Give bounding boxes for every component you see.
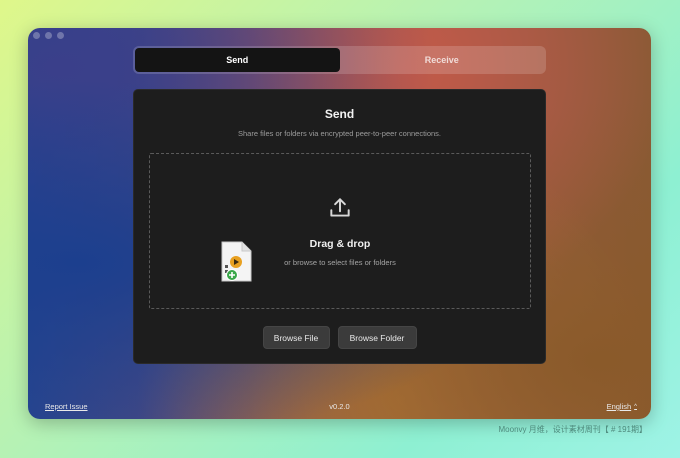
- card-title: Send: [324, 107, 355, 121]
- dropzone-title: Drag & drop: [309, 238, 371, 250]
- version-label: v0.2.0: [329, 402, 350, 411]
- upload-icon: [330, 198, 350, 217]
- browse-buttons: Browse File Browse Folder: [134, 326, 545, 349]
- app-window: Send Receive Send Share files or folders…: [28, 28, 651, 419]
- mode-tabs: Send Receive: [133, 46, 546, 74]
- send-card: Send Share files or folders via encrypte…: [133, 89, 546, 364]
- minimize-window-button[interactable]: [45, 32, 52, 39]
- maximize-window-button[interactable]: [57, 32, 64, 39]
- browse-folder-button[interactable]: Browse Folder: [337, 326, 417, 349]
- credit-text: Moonvy 月维，设计素材周刊【 # 191期】: [498, 425, 647, 434]
- dropzone-subtitle: or browse to select files or folders: [284, 258, 396, 267]
- window-controls: [33, 32, 64, 39]
- media-file-add-icon: [221, 241, 252, 282]
- browse-file-button[interactable]: Browse File: [262, 326, 330, 349]
- chevron-up-icon: ^: [634, 403, 637, 410]
- tab-send[interactable]: Send: [135, 48, 340, 72]
- card-subtitle: Share files or folders via encrypted pee…: [237, 129, 442, 138]
- close-window-button[interactable]: [33, 32, 40, 39]
- language-label: English: [606, 402, 632, 411]
- language-selector[interactable]: English ^: [607, 402, 637, 411]
- drop-zone[interactable]: Drag & drop or browse to select files or…: [149, 153, 531, 309]
- tab-receive[interactable]: Receive: [340, 48, 545, 72]
